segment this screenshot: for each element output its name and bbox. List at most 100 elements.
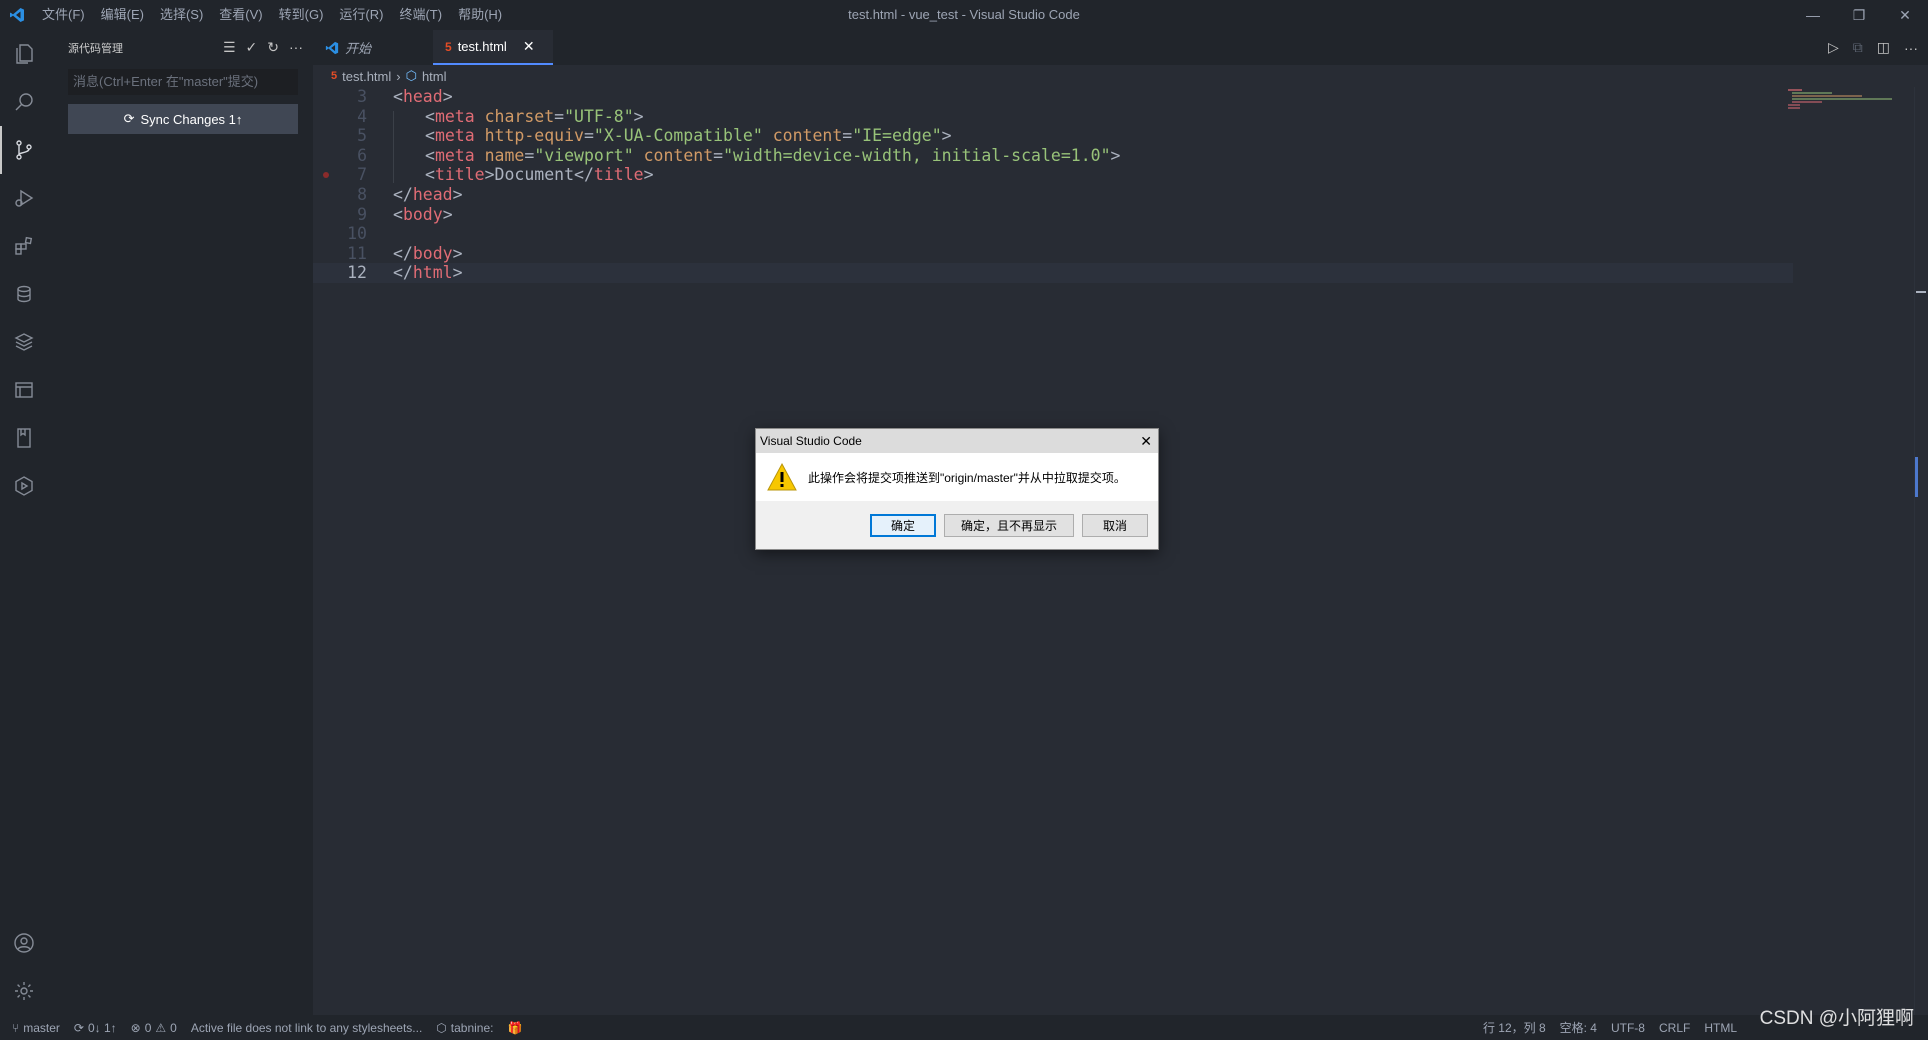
code-text: <meta http-equiv="X-UA-Compatible" conte…	[425, 126, 952, 146]
vscode-logo-icon	[0, 0, 34, 30]
sync-status[interactable]: ⟳ 0↓ 1↑	[67, 1015, 124, 1040]
confirm-dialog: Visual Studio Code ✕ 此操作会将提交项推送到"origin/…	[755, 428, 1159, 550]
commit-message-input[interactable]: 消息(Ctrl+Enter 在"master"提交)	[68, 69, 298, 95]
code-text: </html>	[393, 263, 463, 283]
menu-item[interactable]: 选择(S)	[152, 0, 211, 30]
line-number: 12	[347, 263, 367, 283]
language-mode[interactable]: HTML	[1697, 1015, 1744, 1040]
ok-button[interactable]: 确定	[870, 513, 936, 537]
menu-item[interactable]: 查看(V)	[211, 0, 270, 30]
explorer-icon[interactable]	[0, 30, 48, 78]
code-token: name	[484, 145, 525, 165]
code-text: <meta name="viewport" content="width=dev…	[425, 146, 1120, 166]
sync-counts: 0↓ 1↑	[87, 1020, 117, 1035]
watermark: CSDN @小阿狸啊	[1759, 1008, 1914, 1029]
line-number: 3	[357, 87, 367, 106]
code-line[interactable]: 9 <body>	[313, 205, 1793, 225]
commit-check-icon[interactable]: ✓	[246, 39, 258, 56]
code-token: </	[393, 185, 413, 204]
end-of-line[interactable]: CRLF	[1652, 1015, 1697, 1040]
more-actions-icon[interactable]: ···	[289, 39, 303, 56]
cursor-position[interactable]: 行 12，列 8	[1476, 1015, 1553, 1040]
extensions-icon[interactable]	[0, 222, 48, 270]
breadcrumb-symbol[interactable]: html	[422, 69, 447, 84]
menu-item[interactable]: 运行(R)	[331, 0, 391, 30]
gift-icon[interactable]: 🎁	[500, 1015, 529, 1040]
cancel-button[interactable]: 取消	[1082, 513, 1148, 537]
remote-explorer-icon[interactable]	[0, 366, 48, 414]
breadcrumb: 5 test.html › ⬡ html	[313, 65, 1928, 87]
code-line[interactable]: 3 <head>	[313, 87, 1793, 107]
problems-status[interactable]: ⊗ 0 ⚠ 0	[124, 1015, 184, 1040]
code-line[interactable]: 8 </head>	[313, 185, 1793, 205]
line-number: 9	[357, 204, 367, 224]
code-token: =	[554, 106, 565, 126]
database-icon[interactable]	[0, 270, 48, 318]
sync-icon: ⟳	[123, 111, 135, 126]
code-line[interactable]: 5 <meta http-equiv="X-UA-Compatible" cont…	[313, 126, 1793, 146]
branch-status[interactable]: ⑂ master	[0, 1015, 67, 1040]
tab-test-html[interactable]: 5 test.html ✕	[433, 30, 553, 65]
tabnine-icon[interactable]	[0, 462, 48, 510]
code-line[interactable]: 11 </body>	[313, 244, 1793, 264]
code-line[interactable]: 12 </html>	[313, 263, 1793, 283]
view-as-tree-icon[interactable]: ☰	[223, 39, 236, 56]
code-text: <body>	[393, 205, 453, 225]
refresh-icon[interactable]: ↻	[267, 39, 279, 56]
run-debug-icon[interactable]	[0, 174, 48, 222]
minimap[interactable]	[1786, 87, 1906, 127]
close-window-icon[interactable]: ✕	[1882, 0, 1928, 30]
tabnine-status[interactable]: ⬡ tabnine:	[429, 1015, 500, 1040]
ok-dont-show-again-button[interactable]: 确定，且不再显示	[944, 513, 1074, 537]
html5-file-icon: 5	[445, 39, 452, 54]
code-token: >	[452, 185, 463, 204]
code-token: title	[434, 165, 485, 185]
code-token: >	[643, 165, 654, 185]
accounts-icon[interactable]	[0, 919, 48, 967]
search-icon[interactable]	[0, 78, 48, 126]
manage-gear-icon[interactable]	[0, 967, 48, 1015]
open-changes-icon[interactable]: ⧉	[1853, 39, 1863, 56]
menu-item[interactable]: 帮助(H)	[450, 0, 510, 30]
code-line[interactable]: 10	[313, 224, 1793, 244]
menu-item[interactable]: 编辑(E)	[93, 0, 152, 30]
tabnine-status-icon: ⬡	[436, 1020, 447, 1035]
restore-icon[interactable]: ❐	[1836, 0, 1882, 30]
code-token: <	[425, 165, 435, 185]
menu-item[interactable]: 转到(G)	[271, 0, 332, 30]
layers-icon[interactable]	[0, 318, 48, 366]
code-token: "UTF-8"	[564, 106, 634, 126]
code-line[interactable]: 7 <title>Document</title>	[313, 165, 1793, 185]
status-message[interactable]: Active file does not link to any stylesh…	[184, 1015, 429, 1040]
menu-item[interactable]: 终端(T)	[391, 0, 450, 30]
source-control-icon[interactable]	[0, 126, 48, 174]
tab-welcome[interactable]: 开始	[313, 30, 433, 65]
code-token: content	[643, 145, 714, 165]
code-line[interactable]: 6 <meta name="viewport" content="width=de…	[313, 146, 1793, 166]
chevron-right-icon: ›	[396, 68, 401, 84]
status-bar: ⑂ master ⟳ 0↓ 1↑ ⊗ 0 ⚠ 0 Active file doe…	[0, 1015, 1928, 1040]
code-token: </	[393, 243, 413, 263]
git-branch-icon: ⑂	[12, 1020, 20, 1035]
bookmark-icon[interactable]	[0, 414, 48, 462]
menu-item[interactable]: 文件(F)	[34, 0, 93, 30]
code-line[interactable]: 4 <meta charset="UTF-8">	[313, 107, 1793, 127]
dialog-title: Visual Studio Code	[760, 434, 862, 448]
code-text: </head>	[393, 185, 463, 205]
symbol-icon: ⬡	[405, 68, 417, 83]
close-tab-icon[interactable]: ✕	[523, 38, 535, 55]
editor-tab-bar: 开始 5 test.html ✕ ▷ ⧉ ◫ ···	[313, 30, 1928, 65]
code-token: body	[402, 204, 443, 224]
editor-more-icon[interactable]: ···	[1904, 40, 1918, 56]
dialog-close-icon[interactable]: ✕	[1140, 429, 1152, 453]
code-editor[interactable]: 3 <head> 4 <meta charset="UTF-8"> 5 <meta htt…	[313, 87, 1928, 1015]
split-editor-icon[interactable]: ◫	[1877, 39, 1890, 56]
sync-changes-button[interactable]: ⟳ Sync Changes 1↑	[68, 104, 298, 134]
tabnine-label: tabnine:	[450, 1020, 494, 1035]
minimize-icon[interactable]: —	[1790, 0, 1836, 30]
encoding[interactable]: UTF-8	[1604, 1015, 1652, 1040]
breadcrumb-file[interactable]: test.html	[342, 69, 391, 84]
indentation[interactable]: 空格: 4	[1553, 1015, 1604, 1040]
run-code-icon[interactable]: ▷	[1828, 39, 1839, 56]
editor-scrollbar[interactable]	[1914, 87, 1928, 1015]
